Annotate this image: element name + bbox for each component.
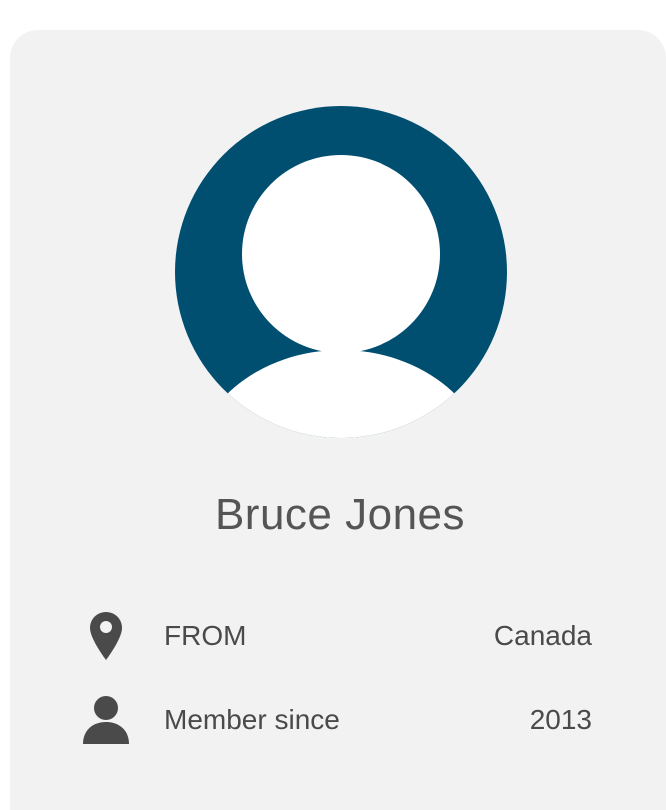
user-silhouette-icon: [175, 106, 507, 438]
avatar: [175, 106, 507, 438]
profile-card: Bruce Jones FROM Canada Member since 201…: [10, 30, 666, 810]
user-name: Bruce Jones: [214, 490, 466, 539]
member-since-value: 2013: [529, 704, 592, 735]
from-label: FROM: [164, 620, 247, 651]
member-since-row: Member since 2013: [82, 692, 592, 748]
location-pin-icon: [82, 611, 130, 661]
person-icon: [82, 695, 130, 745]
member-since-label: Member since: [164, 704, 340, 735]
from-value: Canada: [493, 620, 592, 651]
from-row: FROM Canada: [82, 608, 592, 664]
